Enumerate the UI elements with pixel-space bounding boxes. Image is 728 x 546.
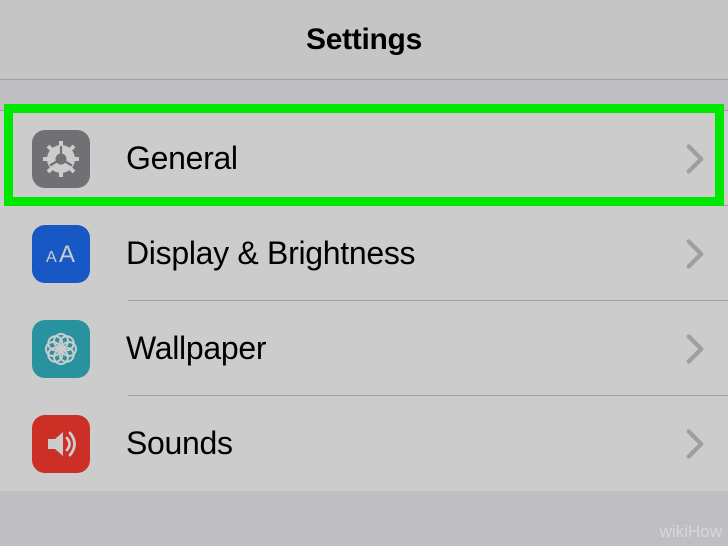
chevron-right-icon — [686, 334, 704, 364]
section-spacer — [0, 80, 728, 110]
svg-text:A: A — [46, 249, 57, 266]
chevron-right-icon — [686, 144, 704, 174]
settings-row-general[interactable]: General — [0, 111, 728, 206]
svg-text:A: A — [59, 241, 75, 268]
gear-icon — [32, 130, 90, 188]
settings-list: General A A Display & Brightness — [0, 110, 728, 491]
row-label: Wallpaper — [126, 330, 686, 367]
settings-row-sounds[interactable]: Sounds — [0, 396, 728, 491]
page-title: Settings — [306, 23, 422, 57]
row-label: General — [126, 140, 686, 177]
chevron-right-icon — [686, 429, 704, 459]
settings-row-display-brightness[interactable]: A A Display & Brightness — [0, 206, 728, 301]
chevron-right-icon — [686, 239, 704, 269]
sounds-icon — [32, 415, 90, 473]
row-label: Display & Brightness — [126, 235, 686, 272]
watermark: wikiHow — [660, 522, 722, 542]
wallpaper-icon — [32, 320, 90, 378]
display-icon: A A — [32, 225, 90, 283]
header: Settings — [0, 0, 728, 80]
row-label: Sounds — [126, 425, 686, 462]
settings-row-wallpaper[interactable]: Wallpaper — [0, 301, 728, 396]
